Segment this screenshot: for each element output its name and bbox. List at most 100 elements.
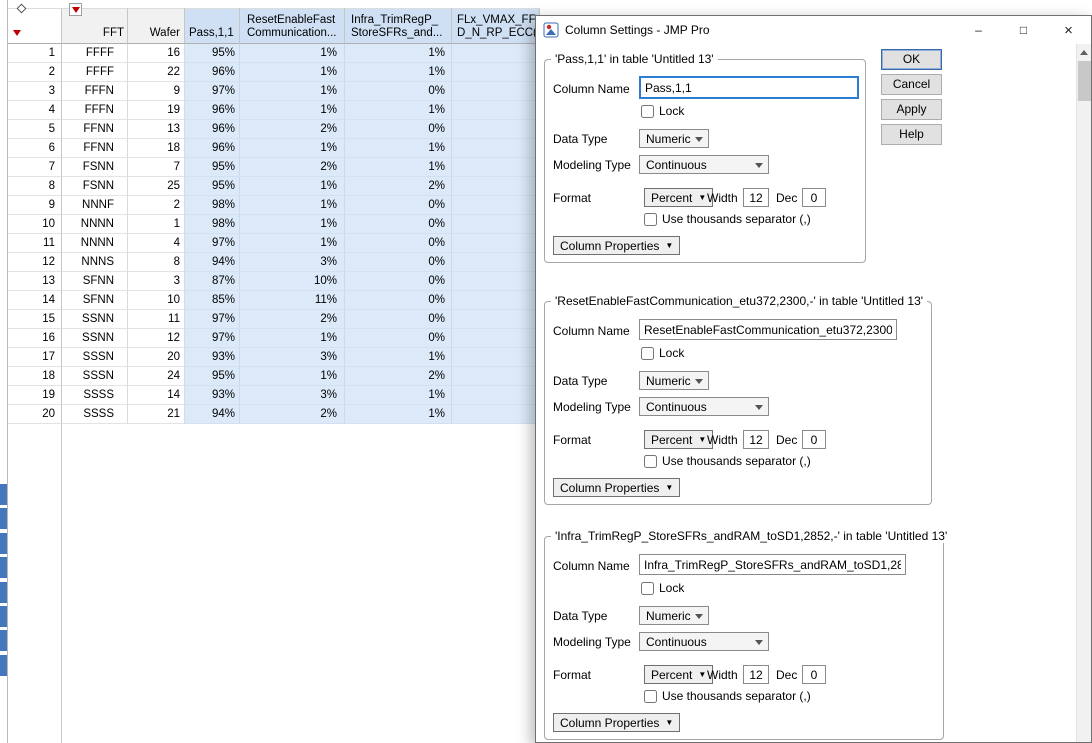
column-properties-button[interactable]: Column Properties ▼ xyxy=(553,713,680,732)
table-cell[interactable]: SSSN xyxy=(62,367,128,386)
modeling-type-dropdown[interactable]: Continuous xyxy=(639,155,769,174)
row-number[interactable]: 4 xyxy=(8,101,62,120)
table-cell[interactable] xyxy=(452,158,540,177)
dec-input[interactable] xyxy=(802,430,826,449)
row-number[interactable]: 19 xyxy=(8,386,62,405)
table-cell[interactable]: 93% xyxy=(185,386,240,405)
column-name-input[interactable] xyxy=(639,319,897,340)
table-cell[interactable]: 1% xyxy=(240,215,345,234)
row-number[interactable]: 11 xyxy=(8,234,62,253)
table-cell[interactable] xyxy=(452,139,540,158)
table-cell[interactable]: FFFF xyxy=(62,44,128,63)
table-cell[interactable]: 94% xyxy=(185,405,240,424)
table-cell[interactable] xyxy=(452,329,540,348)
table-cell[interactable]: 2% xyxy=(240,158,345,177)
row-number[interactable]: 15 xyxy=(8,310,62,329)
table-cell[interactable]: SSSS xyxy=(62,386,128,405)
table-cell[interactable] xyxy=(452,120,540,139)
table-cell[interactable]: 19 xyxy=(128,101,185,120)
column-name-input[interactable] xyxy=(639,76,859,99)
table-cell[interactable]: 9 xyxy=(128,82,185,101)
table-cell[interactable]: 0% xyxy=(345,329,452,348)
table-cell[interactable]: 85% xyxy=(185,291,240,310)
apply-button[interactable]: Apply xyxy=(881,99,942,120)
thousands-checkbox-box[interactable] xyxy=(644,213,657,226)
row-number[interactable]: 12 xyxy=(8,253,62,272)
table-cell[interactable] xyxy=(452,405,540,424)
format-dropdown-button[interactable]: Percent ▼ xyxy=(644,665,713,684)
lock-checkbox-box[interactable] xyxy=(641,105,654,118)
table-cell[interactable]: 2% xyxy=(345,367,452,386)
width-input[interactable] xyxy=(743,188,769,207)
table-cell[interactable]: NNNN xyxy=(62,234,128,253)
row-number[interactable]: 8 xyxy=(8,177,62,196)
row-number[interactable]: 18 xyxy=(8,367,62,386)
table-cell[interactable]: 1 xyxy=(128,215,185,234)
table-cell[interactable]: 95% xyxy=(185,367,240,386)
scrollbar-thumb[interactable] xyxy=(1078,61,1091,101)
table-cell[interactable]: 3 xyxy=(128,272,185,291)
table-cell[interactable]: 2% xyxy=(240,310,345,329)
table-cell[interactable]: 1% xyxy=(345,139,452,158)
row-number[interactable]: 20 xyxy=(8,405,62,424)
column-name-input[interactable] xyxy=(639,554,906,575)
table-cell[interactable]: 12 xyxy=(128,329,185,348)
maximize-button[interactable]: □ xyxy=(1001,16,1046,44)
table-cell[interactable]: 0% xyxy=(345,120,452,139)
table-cell[interactable]: 7 xyxy=(128,158,185,177)
table-cell[interactable]: 0% xyxy=(345,215,452,234)
row-number[interactable]: 17 xyxy=(8,348,62,367)
table-cell[interactable]: 1% xyxy=(240,329,345,348)
table-cell[interactable]: 3% xyxy=(240,253,345,272)
vertical-scrollbar[interactable] xyxy=(1076,44,1091,742)
table-cell[interactable]: 95% xyxy=(185,177,240,196)
lock-checkbox[interactable]: Lock xyxy=(641,346,684,360)
row-number[interactable]: 2 xyxy=(8,63,62,82)
lock-checkbox-box[interactable] xyxy=(641,582,654,595)
table-cell[interactable]: 95% xyxy=(185,44,240,63)
help-button[interactable]: Help xyxy=(881,124,942,145)
table-cell[interactable] xyxy=(452,44,540,63)
thousands-checkbox-box[interactable] xyxy=(644,455,657,468)
table-cell[interactable]: 2% xyxy=(240,405,345,424)
table-cell[interactable]: 0% xyxy=(345,272,452,291)
table-cell[interactable] xyxy=(452,291,540,310)
table-cell[interactable]: 1% xyxy=(240,44,345,63)
table-cell[interactable] xyxy=(452,82,540,101)
table-cell[interactable]: 98% xyxy=(185,215,240,234)
width-input[interactable] xyxy=(743,665,769,684)
column-header[interactable]: Wafer xyxy=(128,8,185,44)
table-cell[interactable]: 97% xyxy=(185,329,240,348)
table-cell[interactable]: 0% xyxy=(345,82,452,101)
table-cell[interactable] xyxy=(452,234,540,253)
thousands-separator-checkbox[interactable]: Use thousands separator (,) xyxy=(644,212,811,226)
row-number[interactable]: 3 xyxy=(8,82,62,101)
row-number[interactable]: 5 xyxy=(8,120,62,139)
table-cell[interactable]: 96% xyxy=(185,101,240,120)
row-number[interactable]: 10 xyxy=(8,215,62,234)
table-cell[interactable]: FFNN xyxy=(62,139,128,158)
table-cell[interactable] xyxy=(452,310,540,329)
format-dropdown-button[interactable]: Percent ▼ xyxy=(644,430,713,449)
table-cell[interactable]: 2 xyxy=(128,196,185,215)
table-cell[interactable]: 1% xyxy=(240,101,345,120)
table-cell[interactable]: 13 xyxy=(128,120,185,139)
table-cell[interactable] xyxy=(452,196,540,215)
lock-checkbox[interactable]: Lock xyxy=(641,104,684,118)
table-cell[interactable]: SSNN xyxy=(62,310,128,329)
table-cell[interactable]: 11% xyxy=(240,291,345,310)
thousands-separator-checkbox[interactable]: Use thousands separator (,) xyxy=(644,689,811,703)
table-cell[interactable] xyxy=(452,101,540,120)
table-cell[interactable]: 0% xyxy=(345,291,452,310)
table-cell[interactable]: 87% xyxy=(185,272,240,291)
table-cell[interactable]: 1% xyxy=(240,234,345,253)
table-cell[interactable]: SSSN xyxy=(62,348,128,367)
table-corner-cell[interactable] xyxy=(8,8,62,44)
data-type-dropdown[interactable]: Numeric xyxy=(639,606,709,625)
dec-input[interactable] xyxy=(802,188,826,207)
window-titlebar[interactable]: Column Settings - JMP Pro – □ × xyxy=(536,16,1091,44)
table-cell[interactable] xyxy=(452,253,540,272)
table-cell[interactable]: 1% xyxy=(240,367,345,386)
table-cell[interactable]: 2% xyxy=(240,120,345,139)
table-cell[interactable]: 0% xyxy=(345,253,452,272)
